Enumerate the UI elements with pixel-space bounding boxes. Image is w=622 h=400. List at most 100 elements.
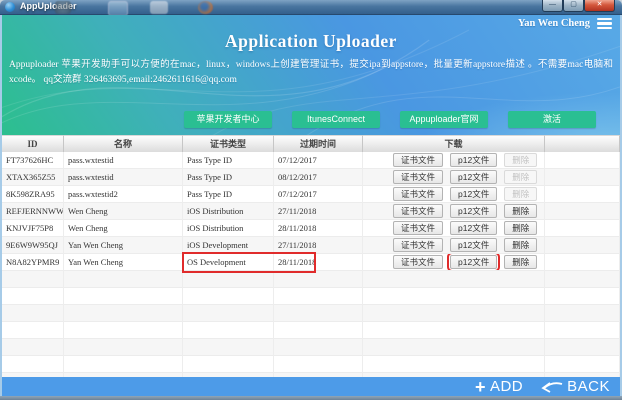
table-row: XTAX365Z55 pass.wxtestid Pass Type ID 08/12… xyxy=(2,169,620,186)
empty-cell xyxy=(274,356,363,373)
add-button[interactable]: + ADD xyxy=(475,378,523,396)
delete-button[interactable]: 删除 xyxy=(504,204,538,218)
column-header: 下载 xyxy=(363,135,545,153)
cell-extra xyxy=(545,186,620,203)
cert-file-button[interactable]: 证书文件 xyxy=(393,187,444,201)
empty-cell xyxy=(183,356,274,373)
cell-download-actions: 证书文件 p12文件 删除 xyxy=(363,254,545,271)
cell-extra xyxy=(545,169,620,186)
empty-cell xyxy=(183,339,274,356)
column-header: 名称 xyxy=(64,135,183,153)
maximize-button[interactable]: ▢ xyxy=(563,0,584,12)
empty-cell xyxy=(545,373,620,377)
nav-buttons: 苹果开发者中心 ItunesConnect Appuploader官网 激活 xyxy=(2,111,620,128)
cell-expiry: 28/11/2018 xyxy=(274,254,363,271)
table-row: 9E6W9W95QJ Yan Wen Cheng iOS Development 27… xyxy=(2,237,620,254)
cell-download-actions: 证书文件 p12文件 删除 xyxy=(363,186,545,203)
cell-download-actions: 证书文件 p12文件 删除 xyxy=(363,220,545,237)
minimize-button[interactable]: — xyxy=(542,0,563,12)
delete-button[interactable]: 删除 xyxy=(504,238,538,252)
table-row: KNJVJF75P8 Wen Cheng iOS Distribution 28/11… xyxy=(2,220,620,237)
empty-cell xyxy=(545,339,620,356)
cell-id: 8K598ZRA95 xyxy=(2,186,64,203)
empty-cell xyxy=(2,288,64,305)
p12-file-button[interactable]: p12文件 xyxy=(450,187,498,201)
window-bottom-border xyxy=(0,396,622,400)
empty-row xyxy=(2,322,620,339)
p12-file-button[interactable]: p12文件 xyxy=(450,238,498,252)
empty-cell xyxy=(545,356,620,373)
cell-cert-type: iOS Development xyxy=(183,237,274,254)
banner: Yan Wen Cheng Application Uploader Appup… xyxy=(2,15,620,135)
column-header: ID xyxy=(2,135,64,153)
empty-cell xyxy=(2,322,64,339)
empty-cell xyxy=(2,339,64,356)
cell-name: pass.wxtestid xyxy=(64,169,183,186)
empty-cell xyxy=(183,271,274,288)
window-frame: Yan Wen Cheng Application Uploader Appup… xyxy=(0,15,622,396)
cell-extra xyxy=(545,152,620,169)
p12-file-button[interactable]: p12文件 xyxy=(450,221,498,235)
cert-file-button[interactable]: 证书文件 xyxy=(393,170,444,184)
background-photo-icon xyxy=(108,1,128,16)
table-row: N8A82YPMR9 Yan Wen Cheng OS Development 28/… xyxy=(2,254,620,271)
delete-button[interactable]: 删除 xyxy=(504,221,538,235)
cell-expiry: 28/11/2018 xyxy=(274,220,363,237)
cert-file-button[interactable]: 证书文件 xyxy=(393,204,444,218)
empty-cell xyxy=(363,305,545,322)
menu-hamburger-icon[interactable] xyxy=(597,18,612,30)
back-button[interactable]: BACK xyxy=(541,378,610,395)
delete-button: 删除 xyxy=(504,187,538,201)
cell-id: XTAX365Z55 xyxy=(2,169,64,186)
p12-file-button[interactable]: p12文件 xyxy=(447,254,501,270)
empty-cell xyxy=(274,305,363,322)
cell-cert-type: Pass Type ID xyxy=(183,152,274,169)
empty-cell xyxy=(2,271,64,288)
close-button[interactable]: ✕ xyxy=(584,0,615,12)
empty-cell xyxy=(64,288,183,305)
cert-file-button[interactable]: 证书文件 xyxy=(393,221,444,235)
column-header: 过期时间 xyxy=(274,135,363,153)
empty-row xyxy=(2,271,620,288)
empty-cell xyxy=(2,305,64,322)
table-row: FT737626HC pass.wxtestid Pass Type ID 07/12… xyxy=(2,152,620,169)
background-firefox-icon xyxy=(198,1,213,14)
empty-cell xyxy=(64,339,183,356)
delete-button: 删除 xyxy=(504,153,538,167)
footer-bar: + ADD BACK xyxy=(2,377,620,396)
empty-cell xyxy=(363,288,545,305)
p12-file-button[interactable]: p12文件 xyxy=(450,153,498,167)
empty-cell xyxy=(64,356,183,373)
empty-row xyxy=(2,305,620,322)
cell-name: Wen Cheng xyxy=(64,220,183,237)
nav-button-itunes-connect[interactable]: ItunesConnect xyxy=(292,111,380,128)
nav-button-appuploader-site[interactable]: Appuploader官网 xyxy=(400,111,488,128)
empty-row xyxy=(2,356,620,373)
nav-button-apple-dev-center[interactable]: 苹果开发者中心 xyxy=(184,111,272,128)
nav-button-activate[interactable]: 激活 xyxy=(508,111,596,128)
cell-download-actions: 证书文件 p12文件 删除 xyxy=(363,203,545,220)
empty-cell xyxy=(363,373,545,377)
cell-download-actions: 证书文件 p12文件 删除 xyxy=(363,169,545,186)
cert-file-button[interactable]: 证书文件 xyxy=(393,153,444,167)
empty-cell xyxy=(64,305,183,322)
table-body: FT737626HC pass.wxtestid Pass Type ID 07/12… xyxy=(2,152,620,377)
delete-button[interactable]: 删除 xyxy=(504,255,538,269)
cell-extra xyxy=(545,254,620,271)
cert-file-button[interactable]: 证书文件 xyxy=(393,238,444,252)
cell-expiry: 27/11/2018 xyxy=(274,203,363,220)
cell-id: N8A82YPMR9 xyxy=(2,254,64,271)
cell-name: pass.wxtestid2 xyxy=(64,186,183,203)
back-arrow-icon xyxy=(541,381,563,393)
window-controls: — ▢ ✕ xyxy=(542,0,615,12)
p12-file-button[interactable]: p12文件 xyxy=(450,204,498,218)
table-header: ID 名称 证书类型 过期时间 下载 xyxy=(2,135,620,153)
cert-file-button[interactable]: 证书文件 xyxy=(393,255,444,269)
cell-extra xyxy=(545,220,620,237)
p12-file-button[interactable]: p12文件 xyxy=(450,170,498,184)
empty-row xyxy=(2,288,620,305)
cell-cert-type: iOS Distribution xyxy=(183,220,274,237)
empty-cell xyxy=(363,271,545,288)
cell-id: REFJERNNWW xyxy=(2,203,64,220)
empty-cell xyxy=(183,305,274,322)
